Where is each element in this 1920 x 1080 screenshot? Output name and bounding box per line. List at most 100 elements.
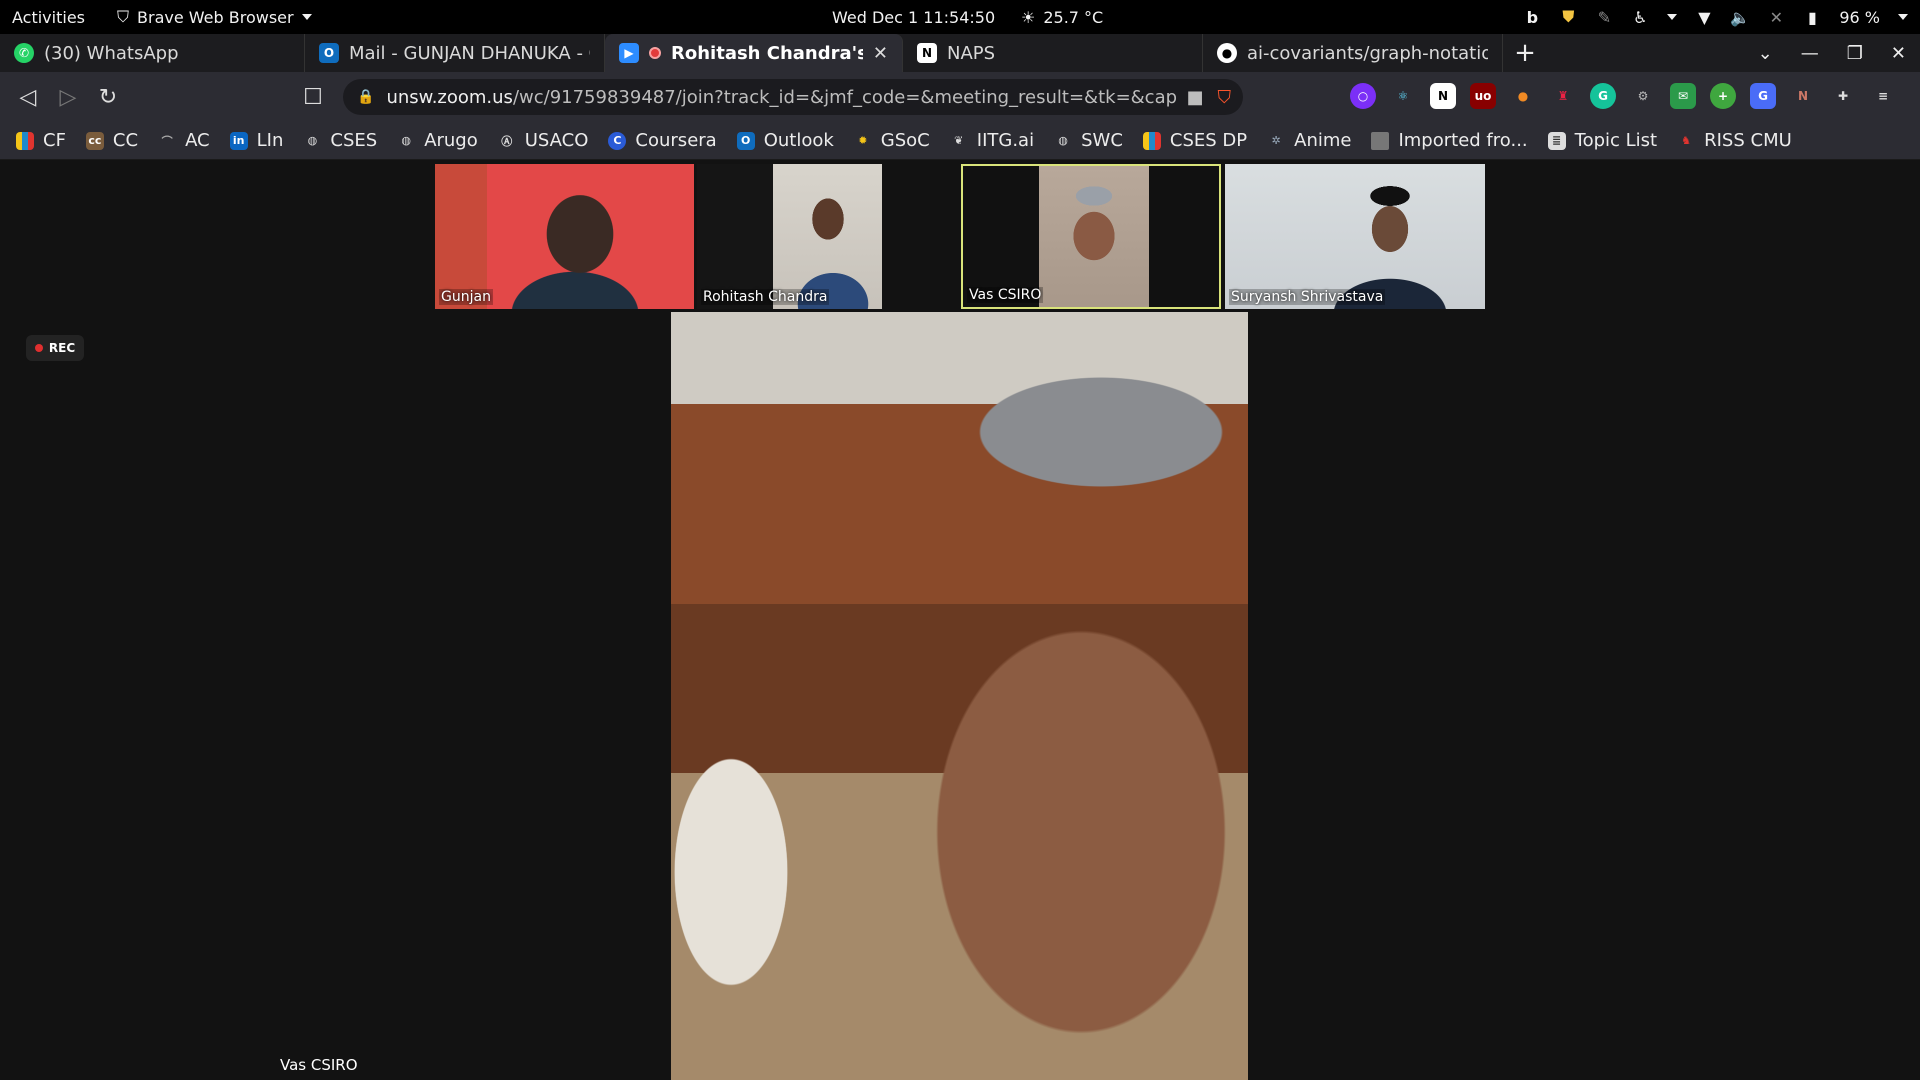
bookmark-iitg-ai[interactable]: ❦ IITG.ai	[950, 130, 1034, 151]
reload-icon[interactable]: ↻	[88, 77, 128, 117]
bookmark-usaco[interactable]: Ⓐ USACO	[498, 130, 588, 151]
mail-extension-icon[interactable]: ✉	[1670, 83, 1696, 109]
camera-icon[interactable]: ■	[1186, 87, 1203, 108]
bookmark-label: Imported fro...	[1398, 130, 1528, 151]
system-top-bar: Activities ⛉ Brave Web Browser Wed Dec 1…	[0, 0, 1920, 34]
bookmark-gsoc[interactable]: ✹ GSoC	[854, 130, 930, 151]
url-host: unsw.zoom.us	[386, 86, 513, 108]
tab-zoom-meeting[interactable]: ▶ Rohitash Chandra's Zoo ✕	[605, 34, 903, 72]
restore-icon[interactable]: ❐	[1847, 43, 1863, 64]
participant-video-tile-active[interactable]: Vas CSIRO	[961, 164, 1221, 309]
bookmark-label: RISS CMU	[1704, 130, 1792, 151]
active-speaker-video[interactable]	[671, 312, 1248, 1080]
close-tab-icon[interactable]: ✕	[873, 43, 888, 64]
brave-icon: ⛉	[117, 7, 130, 26]
forward-icon[interactable]: ▷	[48, 77, 88, 117]
bookmark-arugo[interactable]: ◍ Arugo	[397, 130, 478, 151]
weather-temp: 25.7 °C	[1043, 8, 1104, 27]
weather[interactable]: ☀ 25.7 °C	[1021, 8, 1103, 27]
extension-n-icon[interactable]: N	[1790, 83, 1816, 109]
bookmark-cc[interactable]: cc CC	[85, 130, 139, 151]
add-extension-icon[interactable]: +	[1710, 83, 1736, 109]
grammarly-icon[interactable]: G	[1590, 83, 1616, 109]
bookmark-outlook[interactable]: O Outlook	[736, 130, 834, 151]
battery-icon[interactable]: ▮	[1803, 8, 1821, 27]
extension-red-icon[interactable]: ♜	[1550, 83, 1576, 109]
menu-icon[interactable]: ≡	[1870, 83, 1896, 109]
participant-video-tile[interactable]: Gunjan	[435, 164, 694, 309]
bing-icon[interactable]: b	[1523, 8, 1541, 27]
recording-dot-icon	[34, 344, 43, 352]
bookmark-label: IITG.ai	[976, 130, 1035, 151]
back-icon[interactable]: ◁	[8, 77, 48, 117]
extensions-row: ○ ⚛ N uo ● ♜ G ⚙ ✉ + G N ✚ ≡	[1350, 83, 1896, 109]
participant-name: Gunjan	[439, 289, 493, 305]
minimize-icon[interactable]: —	[1801, 43, 1819, 64]
bookmark-label: SWC	[1081, 130, 1123, 151]
shield-icon[interactable]: ⛊	[1559, 7, 1577, 26]
notification-icon[interactable]: ✎	[1595, 8, 1613, 27]
bookmark-ac[interactable]: ⌒ AC	[158, 130, 210, 151]
whatsapp-icon: ✆	[14, 43, 34, 63]
settings-extension-icon[interactable]: ⚙	[1630, 83, 1656, 109]
bookmark-label: Topic List	[1574, 130, 1658, 151]
address-bar[interactable]: 🔒 unsw.zoom.us/wc/91759839487/join?track…	[343, 79, 1243, 115]
tab-label: ai-covariants/graph-notation-	[1247, 42, 1488, 64]
tab-naps[interactable]: N NAPS	[903, 34, 1203, 72]
codechef-icon: cc	[85, 131, 104, 150]
bookmark-cses[interactable]: ◍ CSES	[303, 130, 378, 151]
usaco-icon: Ⓐ	[501, 134, 513, 148]
bookmark-swc[interactable]: ◍ SWC	[1054, 130, 1123, 151]
recording-badge[interactable]: REC	[26, 335, 84, 361]
recording-indicator-icon	[649, 47, 661, 59]
bookmark-label: Anime	[1294, 130, 1352, 151]
bookmark-icon[interactable]: ☐	[293, 77, 333, 117]
tab-label: Mail - GUNJAN DHANUKA - O	[349, 42, 590, 64]
system-tray: b ⛊ ✎ ♿ ▼ 🔈 ✕ ▮ 96 %	[1523, 0, 1908, 34]
tab-github[interactable]: ● ai-covariants/graph-notation-	[1203, 34, 1503, 72]
robot-icon: ♞	[1681, 134, 1692, 147]
bookmark-riss-cmu[interactable]: ♞ RISS CMU	[1677, 130, 1792, 151]
extension-ring-icon[interactable]: ○	[1350, 83, 1376, 109]
activities-button[interactable]: Activities	[12, 8, 85, 27]
brave-shields-icon[interactable]: ⛉	[1218, 87, 1232, 108]
brain-icon: ❦	[954, 134, 964, 147]
active-speaker-name: Vas CSIRO	[280, 1056, 358, 1074]
close-window-icon[interactable]: ✕	[1891, 43, 1906, 64]
bookmark-lin[interactable]: in LIn	[229, 130, 283, 151]
bookmark-label: AC	[185, 130, 210, 151]
tab-search-icon[interactable]: ⌄	[1758, 43, 1773, 64]
bookmark-anime[interactable]: ✲ Anime	[1267, 130, 1352, 151]
participant-video	[1039, 166, 1149, 307]
new-tab-button[interactable]: +	[1503, 34, 1547, 72]
bookmark-folder-imported[interactable]: Imported fro...	[1371, 130, 1528, 151]
chevron-down-icon	[1667, 14, 1678, 20]
bookmark-label: Outlook	[763, 130, 834, 151]
chevron-down-icon	[301, 14, 312, 20]
volume-icon[interactable]: 🔈	[1730, 8, 1750, 27]
bookmark-label: Arugo	[424, 130, 478, 151]
mic-muted-icon[interactable]: ✕	[1767, 8, 1785, 27]
tab-mail[interactable]: O Mail - GUNJAN DHANUKA - O	[305, 34, 605, 72]
wifi-icon[interactable]: ▼	[1695, 8, 1713, 27]
anime-icon: ✲	[1271, 134, 1281, 147]
participant-video-tile[interactable]: Rohitash Chandra	[697, 164, 882, 309]
bookmark-coursera[interactable]: C Coursera	[608, 130, 717, 151]
participant-name: Vas CSIRO	[967, 287, 1044, 303]
extension-orange-icon[interactable]: ●	[1510, 83, 1536, 109]
participant-name: Rohitash Chandra	[701, 289, 830, 305]
app-menu[interactable]: ⛉ Brave Web Browser	[117, 7, 312, 27]
tab-whatsapp[interactable]: ✆ (30) WhatsApp	[0, 34, 305, 72]
participant-video-tile[interactable]: Suryansh Shrivastava	[1225, 164, 1485, 309]
notion-icon[interactable]: N	[1430, 83, 1456, 109]
bookmark-topic-list[interactable]: ≣ Topic List	[1547, 130, 1658, 151]
puzzle-icon[interactable]: ✚	[1830, 83, 1856, 109]
clock[interactable]: Wed Dec 1 11:54:50	[832, 8, 995, 27]
ublock-icon[interactable]: uo	[1470, 83, 1496, 109]
accessibility-icon[interactable]: ♿	[1631, 8, 1649, 27]
bookmark-label: CC	[112, 130, 139, 151]
bookmark-cf[interactable]: CF	[16, 130, 66, 151]
react-devtools-icon[interactable]: ⚛	[1390, 83, 1416, 109]
bookmark-cses-dp[interactable]: CSES DP	[1142, 130, 1247, 151]
translate-icon[interactable]: G	[1750, 83, 1776, 109]
